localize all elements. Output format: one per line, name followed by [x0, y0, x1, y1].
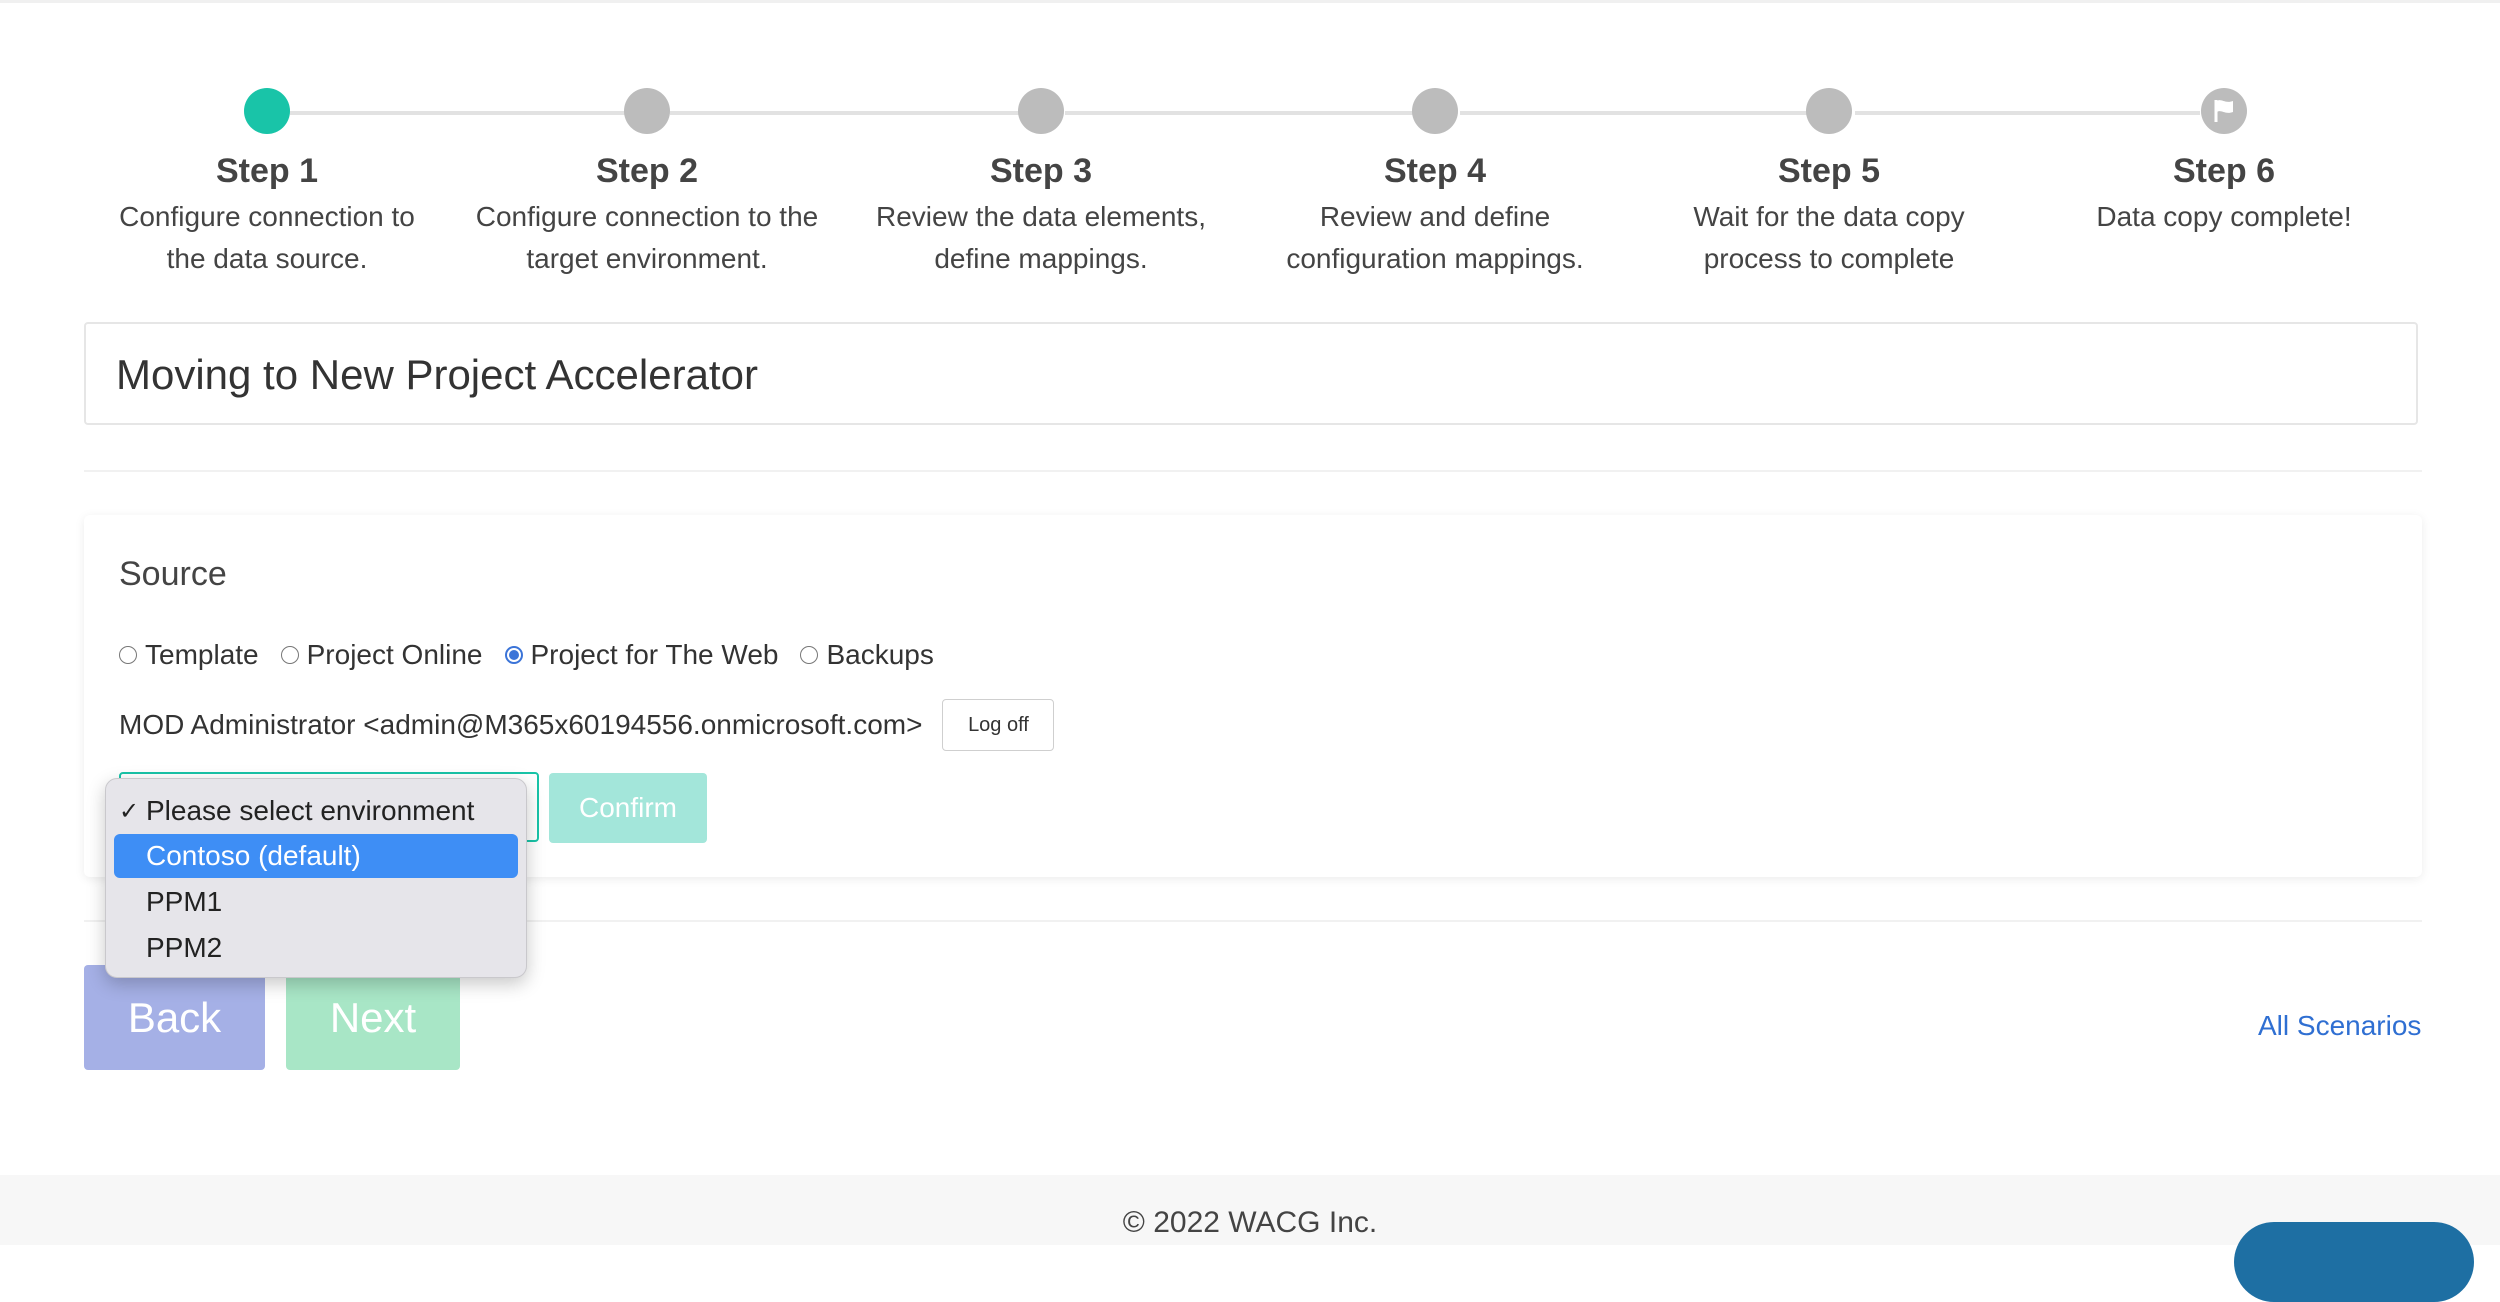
step-4-indicator: [1412, 88, 1458, 134]
copyright-icon: ©: [1122, 1206, 1145, 1239]
back-button[interactable]: Back: [84, 965, 265, 1070]
step-title: Step 4: [1383, 152, 1487, 190]
step-description: Review and define configuration mappings.: [1286, 201, 1584, 274]
radio-button-checked[interactable]: [504, 646, 523, 664]
signed-in-user: MOD Administrator <admin@M365x60194556.o…: [119, 709, 923, 740]
radio-template[interactable]: Template: [119, 639, 259, 671]
step-description: Data copy complete!: [2096, 201, 2352, 232]
source-heading: Source: [119, 555, 227, 593]
step-title: Step 3: [989, 152, 1093, 190]
step-6: Step 6 Data copy complete!: [2034, 150, 2414, 238]
all-scenarios-link[interactable]: All Scenarios: [2258, 1010, 2421, 1042]
step-2-indicator: [624, 88, 670, 134]
checkmark-icon: ✓: [118, 797, 140, 825]
step-description: Wait for the data copy process to complet…: [1693, 201, 1965, 274]
step-1: Step 1 Configure connection to the data s…: [77, 150, 457, 280]
dropdown-option-ppm1[interactable]: PPM1: [114, 880, 518, 924]
step-5-indicator: [1806, 88, 1852, 134]
dropdown-option-ppm2[interactable]: PPM2: [114, 926, 518, 970]
scenario-title: Moving to New Project Accelerator: [116, 351, 758, 398]
radio-button[interactable]: [800, 646, 819, 664]
signed-in-user-row: MOD Administrator <admin@M365x60194556.o…: [119, 699, 1055, 751]
step-description: Configure connection to the target enviro…: [475, 201, 819, 274]
step-title: Step 5: [1777, 152, 1881, 190]
wizard-stepper: Step 1 Configure connection to the data s…: [0, 0, 2500, 300]
step-connector: [1065, 111, 1425, 115]
scenario-title-box: Moving to New Project Accelerator: [84, 322, 2418, 425]
step-connector: [670, 111, 1030, 115]
source-type-radio-group: Template Project Online Project for The …: [119, 637, 956, 673]
floating-action-button[interactable]: [2234, 1222, 2474, 1302]
copyright: © 2022 WACG Inc.: [0, 1206, 2500, 1240]
step-title: Step 6: [2172, 152, 2276, 190]
step-connector: [1855, 111, 2200, 115]
flag-icon: [2214, 100, 2233, 122]
dropdown-option-please-select[interactable]: ✓ Please select environment: [114, 789, 518, 833]
radio-button[interactable]: [119, 646, 137, 664]
step-2: Step 2 Configure connection to the target…: [457, 150, 837, 280]
radio-button[interactable]: [280, 646, 299, 664]
step-4: Step 4 Review and define configuration ma…: [1245, 150, 1625, 280]
copyright-text: 2022 WACG Inc.: [1153, 1206, 1378, 1239]
step-description: Review the data elements, define mappings…: [876, 201, 1206, 274]
divider: [84, 470, 2422, 472]
step-title: Step 2: [595, 152, 699, 190]
confirm-button[interactable]: Confirm: [549, 773, 707, 843]
step-connector: [290, 111, 644, 115]
step-connector: [1460, 111, 1820, 115]
step-5: Step 5 Wait for the data copy process to …: [1639, 150, 2019, 280]
step-3: Step 3 Review the data elements, define m…: [851, 150, 1231, 280]
next-button[interactable]: Next: [286, 965, 460, 1070]
radio-project-for-the-web[interactable]: Project for The Web: [504, 639, 778, 671]
radio-project-online[interactable]: Project Online: [280, 639, 483, 671]
dropdown-option-contoso[interactable]: Contoso (default): [114, 834, 518, 878]
step-title: Step 1: [215, 152, 319, 190]
step-description: Configure connection to the data source.: [119, 201, 415, 274]
step-6-indicator: [2201, 88, 2247, 134]
step-1-indicator: [244, 88, 290, 134]
step-3-indicator: [1018, 88, 1064, 134]
radio-backups[interactable]: Backups: [800, 639, 934, 671]
log-off-button[interactable]: Log off: [942, 699, 1055, 751]
environment-dropdown-menu: ✓ Please select environment Contoso (def…: [105, 778, 527, 978]
